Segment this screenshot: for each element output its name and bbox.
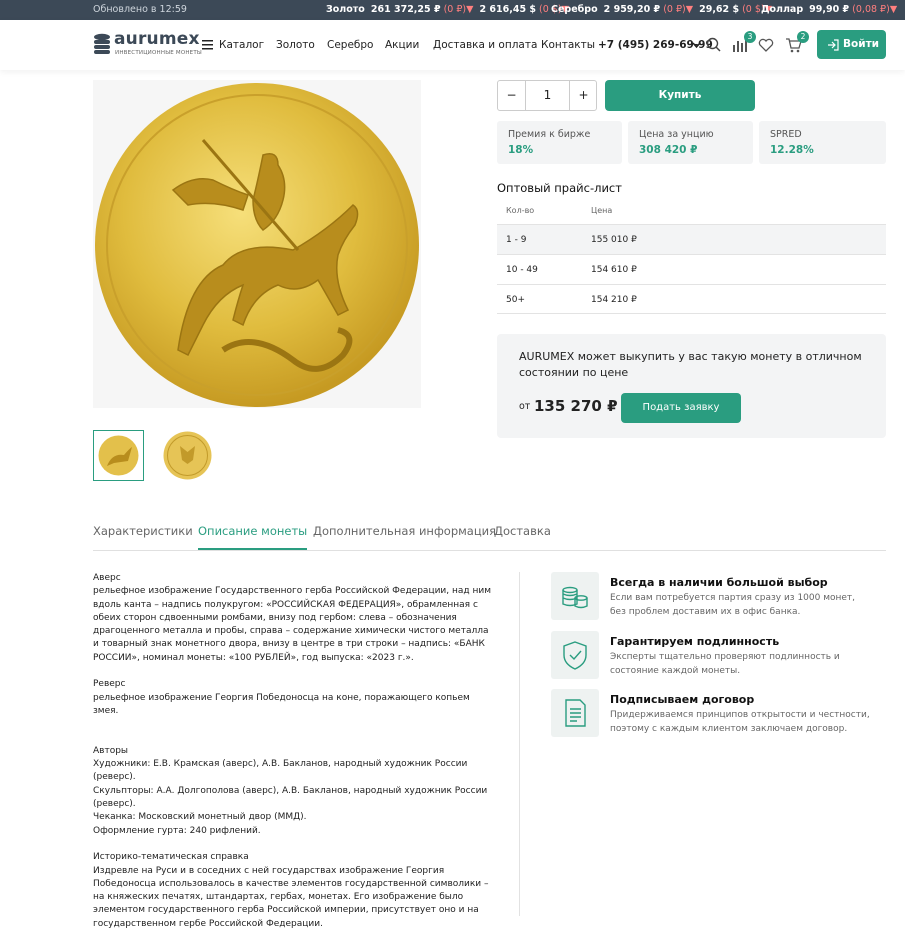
heart-icon[interactable] <box>757 36 775 54</box>
quantity-stepper[interactable]: − 1 + <box>497 80 597 111</box>
menu-icon[interactable] <box>202 39 213 50</box>
quantity-plus-button[interactable]: + <box>569 81 597 110</box>
stat-label: Цена за унцию <box>639 129 714 140</box>
product-main-image[interactable] <box>93 80 421 408</box>
feature-text: Придерживаемся принципов открытости и че… <box>610 710 870 734</box>
feature-stock: Всегда в наличии большой выбор Если вам … <box>551 572 881 622</box>
chevron-down-icon[interactable] <box>692 42 701 49</box>
section-title: Реверс <box>93 679 126 690</box>
description-section: Аверс рельефное изображение Государствен… <box>93 572 491 665</box>
row-qty: 50+ <box>506 295 525 305</box>
tab-additional-info[interactable]: Дополнительная информация <box>313 524 496 538</box>
feature-title: Всегда в наличии большой выбор <box>610 576 828 589</box>
updated-time: Обновлено в 12:59 <box>93 4 187 15</box>
buyback-price: 135 270 ₽ <box>534 397 618 415</box>
stat-value: 308 420 ₽ <box>639 144 698 156</box>
coin-reverse-image <box>95 83 419 407</box>
login-button[interactable]: Войти <box>817 30 886 59</box>
compare-button[interactable]: 3 <box>731 31 756 54</box>
section-title: Историко-тематическая справка <box>93 852 249 863</box>
stat-label: SPRED <box>770 129 802 140</box>
divider <box>519 572 520 916</box>
submit-request-button[interactable]: Подать заявку <box>621 393 741 423</box>
section-title: Авторы <box>93 745 129 756</box>
section-text: рельефное изображение Государственного г… <box>93 586 492 663</box>
wholesale-header-price: Цена <box>591 206 613 215</box>
buy-button[interactable]: Купить <box>605 80 755 111</box>
shield-check-icon <box>551 631 599 679</box>
stat-value: 12.28% <box>770 144 814 156</box>
coin-reverse-thumbnail <box>98 435 139 476</box>
feature-text: Эксперты тщательно проверяют подлинность… <box>610 652 840 676</box>
gold-rate: Золото 261 372,25 ₽ (0 ₽)▼ 2 616,45 $ (0… <box>326 4 569 15</box>
nav-silver[interactable]: Серебро <box>327 39 373 51</box>
tab-characteristics[interactable]: Характеристики <box>93 524 193 538</box>
nav-gold[interactable]: Золото <box>276 39 315 51</box>
quantity-minus-button[interactable]: − <box>498 81 526 110</box>
nav-catalog[interactable]: Каталог <box>219 39 264 51</box>
login-label: Войти <box>843 38 880 50</box>
cart-count-badge: 2 <box>797 31 809 43</box>
buyback-box: AURUMEX может выкупить у вас такую монет… <box>497 334 886 438</box>
tab-delivery[interactable]: Доставка <box>494 524 551 538</box>
feature-title: Гарантируем подлинность <box>610 635 780 648</box>
table-row: 10 - 49 154 610 ₽ <box>497 254 886 284</box>
row-qty: 10 - 49 <box>506 265 538 275</box>
row-price: 154 210 ₽ <box>591 295 637 305</box>
buyback-text: AURUMEX может выкупить у вас такую монет… <box>519 350 862 379</box>
row-price: 155 010 ₽ <box>591 235 637 245</box>
thumbnail-obverse[interactable] <box>162 430 213 481</box>
wholesale-title: Оптовый прайс-лист <box>497 181 622 195</box>
cart-button[interactable]: 2 <box>785 31 809 54</box>
buyback-from-label: от <box>519 401 531 412</box>
logo[interactable]: aurumex ИНВЕСТИЦИОННЫЕ МОНЕТЫ <box>93 29 202 59</box>
coin-description: Аверс рельефное изображение Государствен… <box>93 572 491 944</box>
compare-count-badge: 3 <box>744 31 756 43</box>
table-row: 50+ 154 210 ₽ <box>497 284 886 314</box>
tab-description[interactable]: Описание монеты <box>198 524 308 550</box>
description-section: Реверс рельефное изображение Георгия Поб… <box>93 678 491 718</box>
logo-subtitle: ИНВЕСТИЦИОННЫЕ МОНЕТЫ <box>115 50 202 56</box>
feature-authenticity: Гарантируем подлинность Эксперты тщатель… <box>551 631 881 681</box>
site-header: aurumex ИНВЕСТИЦИОННЫЕ МОНЕТЫ Каталог Зо… <box>0 20 905 70</box>
feature-contract: Подписываем договор Придерживаемся принц… <box>551 689 881 739</box>
section-text: рельефное изображение Георгия Победоносц… <box>93 692 470 716</box>
feature-title: Подписываем договор <box>610 693 755 706</box>
document-icon <box>551 689 599 737</box>
nav-delivery[interactable]: Доставка и оплата <box>433 39 537 51</box>
row-price: 154 610 ₽ <box>591 265 637 275</box>
dollar-rate: Доллар 99,90 ₽ (0,08 ₽)▼ <box>761 4 898 15</box>
silver-rate: Серебро 2 959,20 ₽ (0 ₽)▼ 29,62 $ (0 $)▼ <box>551 4 772 15</box>
wholesale-header-qty: Кол-во <box>506 206 535 215</box>
coin-stack-icon <box>94 33 110 54</box>
product-tabs: Характеристики Описание монеты Дополните… <box>93 524 886 551</box>
coins-icon <box>551 572 599 620</box>
stat-ounce-price: Цена за унцию 308 420 ₽ <box>628 121 753 164</box>
stat-label: Премия к бирже <box>508 129 591 140</box>
stat-value: 18% <box>508 144 534 156</box>
stat-spread: SPRED 12.28% <box>759 121 886 164</box>
row-qty: 1 - 9 <box>506 235 527 245</box>
section-text: Издревле на Руси и в соседних с ней госу… <box>93 865 489 929</box>
section-title: Аверс <box>93 573 121 583</box>
logo-name: aurumex <box>114 29 200 49</box>
nav-promotions[interactable]: Акции <box>385 39 419 51</box>
section-text: Художники: Е.В. Крамская (аверс), А.В. Б… <box>93 759 488 836</box>
feature-text: Если вам потребуется партия сразу из 100… <box>610 593 856 617</box>
table-row: 1 - 9 155 010 ₽ <box>497 224 886 254</box>
quantity-input[interactable]: 1 <box>526 81 569 110</box>
description-section: Авторы Художники: Е.В. Крамская (аверс), … <box>93 732 491 838</box>
nav-contacts[interactable]: Контакты <box>541 39 595 51</box>
rates-bar: Обновлено в 12:59 Золото 261 372,25 ₽ (0… <box>0 0 905 20</box>
search-icon[interactable] <box>705 36 723 54</box>
login-icon <box>828 39 839 51</box>
thumbnail-reverse[interactable] <box>93 430 144 481</box>
description-section: Историко-тематическая справка Издревле н… <box>93 851 491 931</box>
stat-premium: Премия к бирже 18% <box>497 121 622 164</box>
coin-obverse-thumbnail <box>163 431 212 480</box>
